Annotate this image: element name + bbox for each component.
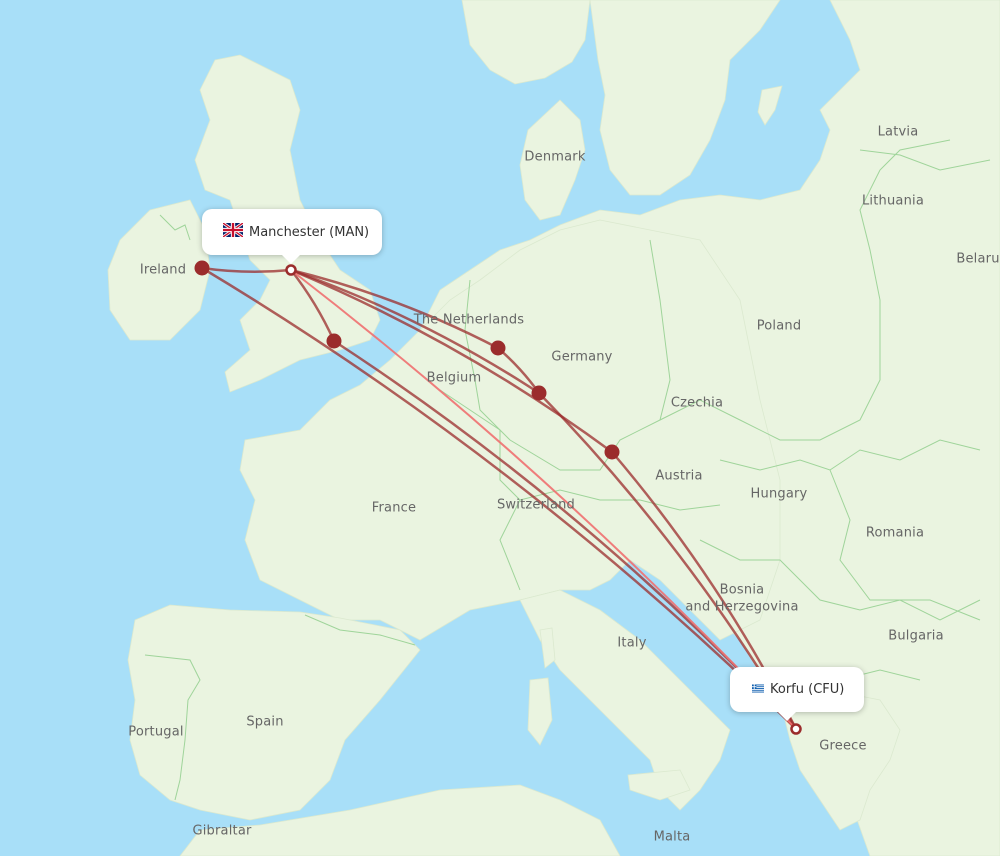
- stopover-marker-frankfurt[interactable]: [531, 385, 547, 401]
- greece-flag-icon: [752, 682, 764, 697]
- stopover-marker-london[interactable]: [326, 333, 342, 349]
- country-label-lithuania: Lithuania: [861, 193, 925, 209]
- country-label-bosnia1: Bosnia: [719, 582, 765, 598]
- country-label-ireland: Ireland: [139, 262, 187, 278]
- country-label-netherlands: The Netherlands: [413, 312, 525, 328]
- country-label-hungary: Hungary: [750, 486, 808, 502]
- country-label-romania: Romania: [865, 525, 925, 541]
- country-label-bulgaria: Bulgaria: [888, 628, 944, 644]
- country-label-belgium: Belgium: [426, 370, 482, 386]
- stopover-marker-munich[interactable]: [604, 444, 620, 460]
- country-label-belarus: Belaru: [956, 251, 1000, 267]
- country-label-latvia: Latvia: [877, 124, 919, 140]
- country-label-france: France: [371, 500, 417, 516]
- country-label-malta: Malta: [653, 829, 691, 845]
- country-label-denmark: Denmark: [524, 149, 586, 165]
- destination-airport-marker[interactable]: [790, 723, 802, 735]
- country-label-poland: Poland: [756, 318, 802, 334]
- destination-callout[interactable]: Korfu (CFU): [730, 667, 864, 721]
- stopover-marker-dusseldorf[interactable]: [490, 340, 506, 356]
- country-label-greece: Greece: [819, 738, 867, 754]
- country-label-austria: Austria: [655, 468, 703, 484]
- country-label-bosnia2: and Herzegovina: [685, 599, 799, 615]
- stopover-marker-dublin[interactable]: [194, 260, 210, 276]
- country-label-spain: Spain: [246, 714, 284, 730]
- origin-label: Manchester (MAN): [249, 224, 370, 240]
- route-map[interactable]: Ireland Denmark Latvia Lithuania Belaru The N…: [0, 0, 1000, 856]
- uk-flag-icon: [222, 221, 244, 241]
- origin-airport-marker[interactable]: [285, 264, 297, 276]
- country-label-switzerland: Switzerland: [496, 497, 576, 513]
- origin-callout[interactable]: Manchester (MAN): [202, 209, 382, 264]
- country-label-portugal: Portugal: [128, 724, 184, 740]
- country-label-gibraltar: Gibraltar: [192, 823, 252, 839]
- country-label-germany: Germany: [551, 349, 613, 365]
- country-label-italy: Italy: [617, 635, 647, 651]
- destination-label: Korfu (CFU): [770, 682, 845, 697]
- country-label-czechia: Czechia: [670, 395, 724, 411]
